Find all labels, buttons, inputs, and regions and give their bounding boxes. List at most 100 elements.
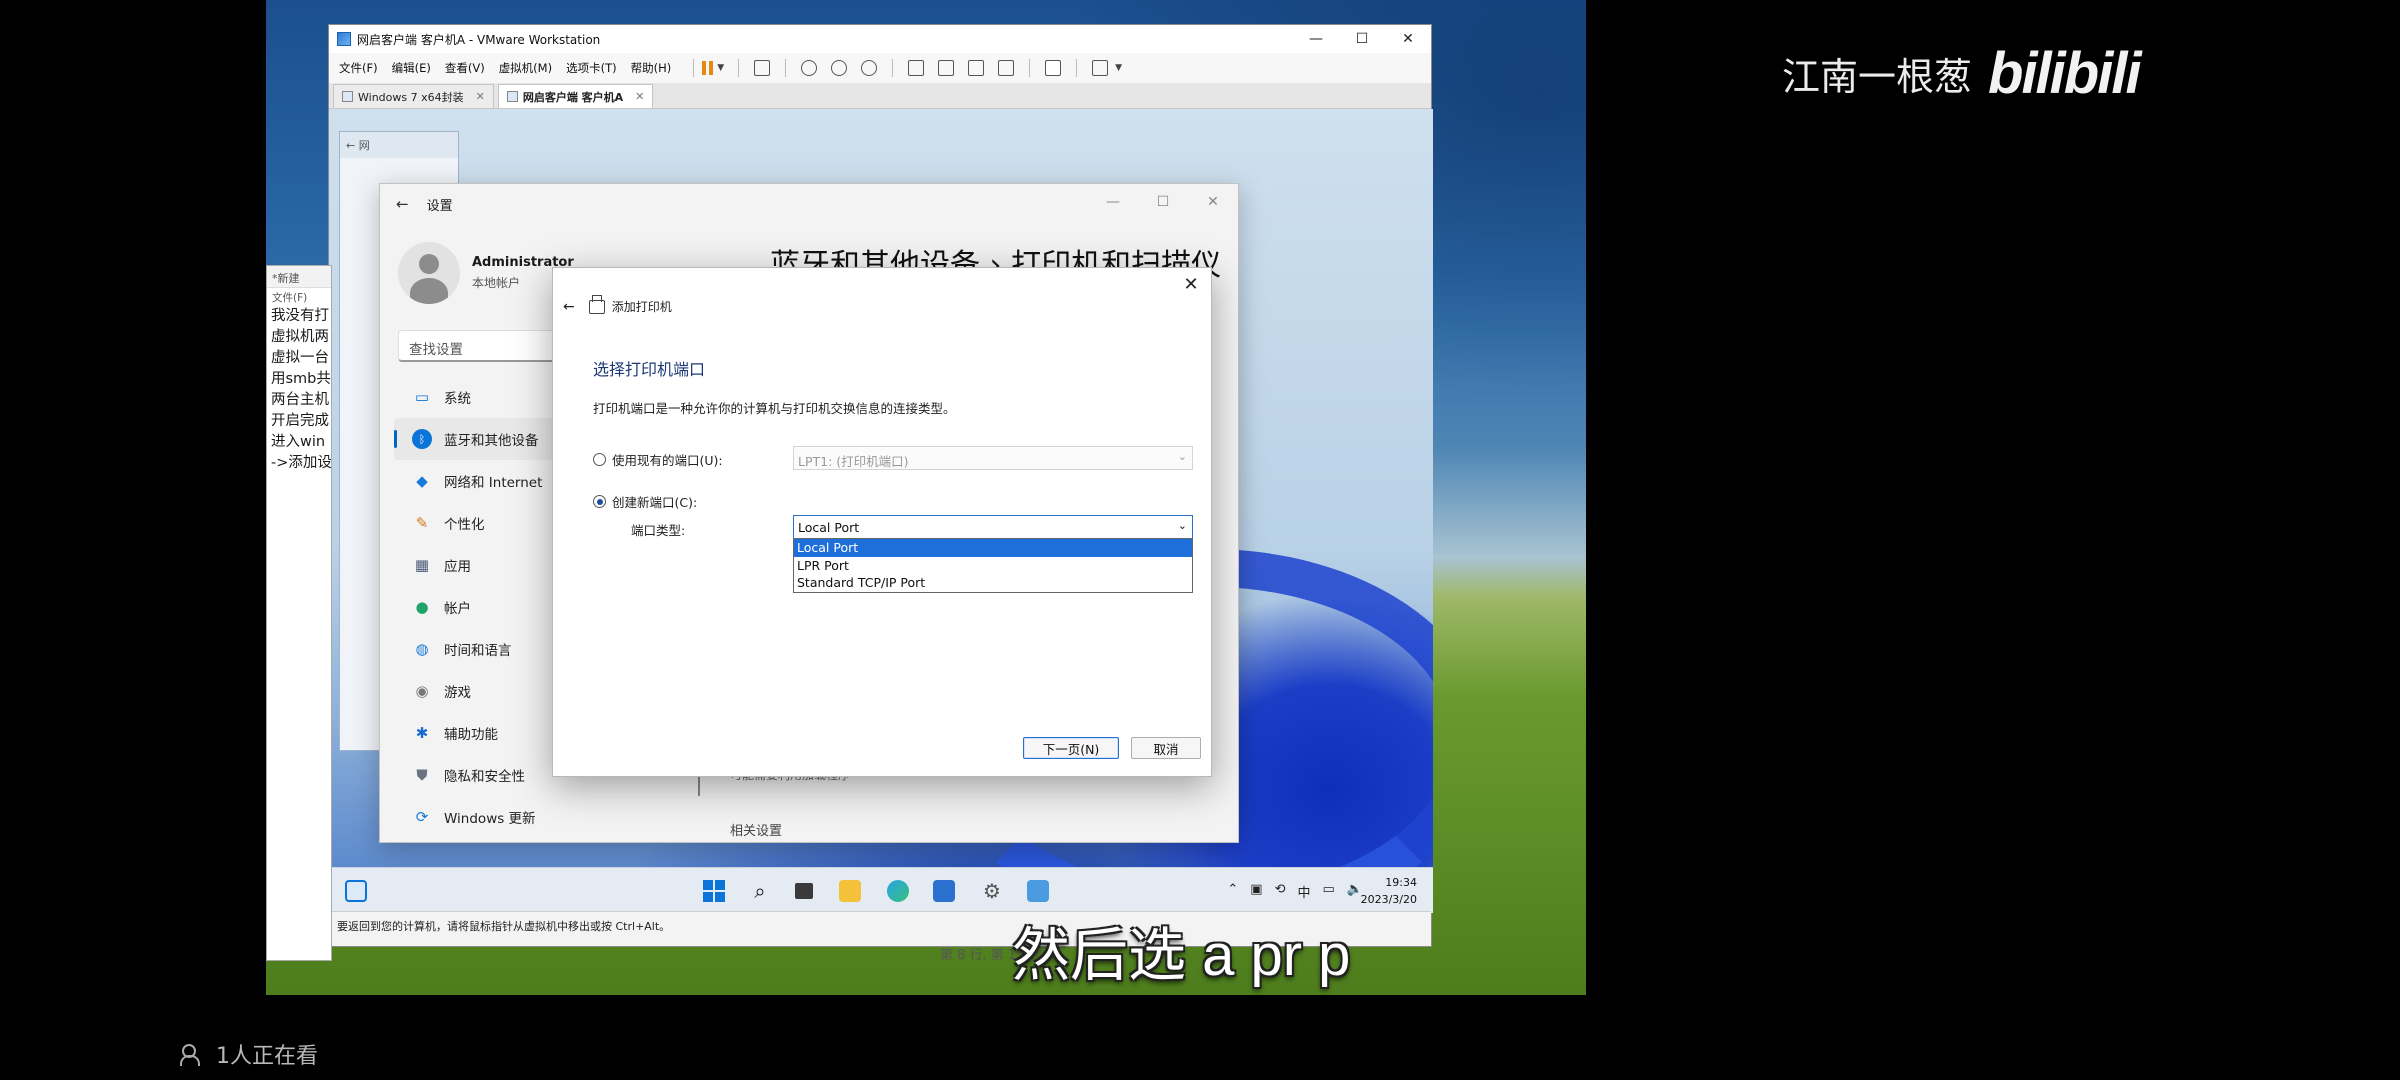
chevron-down-icon[interactable]: ▼ [717, 63, 724, 73]
tab-client-a[interactable]: 网启客户端 客户机A ✕ [497, 84, 654, 108]
snapshot-manager-icon[interactable] [861, 60, 878, 76]
radio-label: 创建新端口(C): [612, 495, 698, 510]
pause-icon[interactable] [702, 61, 714, 75]
minimize-icon[interactable]: — [1088, 184, 1138, 220]
radio-button[interactable] [593, 453, 606, 466]
library-view-icon[interactable] [908, 60, 925, 76]
unity-icon[interactable] [998, 60, 1015, 76]
radio-button[interactable] [593, 495, 606, 508]
notepad-line: 我没有打 [271, 308, 329, 324]
back-arrow-icon[interactable]: ← [396, 195, 409, 213]
widgets-icon[interactable] [343, 878, 369, 904]
vmware-tabbar: Windows 7 x64封装 ✕ 网启客户端 客户机A ✕ [329, 83, 1431, 109]
dialog-description: 打印机端口是一种允许你的计算机与打印机交换信息的连接类型。 [593, 401, 956, 416]
minimize-icon[interactable]: — [1293, 25, 1339, 53]
display-icon[interactable]: ▭ [1323, 882, 1335, 901]
chevron-up-icon[interactable]: ⌃ [1227, 882, 1238, 901]
tab-label: 网启客户端 客户机A [522, 90, 624, 104]
dropdown-option-lpr-port[interactable]: LPR Port [794, 557, 1192, 575]
dropdown-option-local-port[interactable]: Local Port [794, 539, 1192, 557]
guest-desktop[interactable]: ← 网 ← 设置 — ☐ ✕ Administrator 本地帐户 查找设置 ▭… [329, 109, 1433, 913]
sync-icon[interactable]: ⟲ [1275, 882, 1286, 901]
menu-view[interactable]: 查看(V) [445, 60, 485, 76]
fullscreen-icon[interactable] [968, 60, 985, 76]
notepad-line: 用smb共 [271, 371, 331, 387]
cancel-button[interactable]: 取消 [1131, 737, 1201, 759]
toolbar-separator [785, 59, 787, 77]
toolbar-separator [892, 59, 894, 77]
menu-edit[interactable]: 编辑(E) [392, 60, 431, 76]
port-type-select[interactable]: Local Port ⌄ [793, 515, 1193, 539]
sidebar-item-windows-update[interactable]: ⟳ Windows 更新 [394, 796, 624, 838]
dropdown-option-tcpip-port[interactable]: Standard TCP/IP Port [794, 574, 1192, 592]
settings-window-controls: — ☐ ✕ [1088, 184, 1238, 220]
menu-tabs[interactable]: 选项卡(T) [566, 60, 617, 76]
next-button[interactable]: 下一页(N) [1023, 737, 1119, 759]
clock-date: 2023/3/20 [1360, 893, 1417, 906]
create-new-port-radio[interactable]: 创建新端口(C): [593, 492, 697, 511]
close-icon[interactable]: ✕ [1188, 184, 1238, 220]
chevron-down-icon: ⌄ [1177, 519, 1187, 532]
vm-icon [342, 91, 353, 102]
menu-vm[interactable]: 虚拟机(M) [499, 60, 552, 76]
uploader-name: 江南一根葱 [1782, 55, 1973, 99]
notepad-title: *新建 [267, 266, 331, 288]
thumbnail-view-icon[interactable] [938, 60, 955, 76]
maximize-icon[interactable]: ☐ [1339, 25, 1385, 53]
menu-file[interactable]: 文件(F) [339, 60, 378, 76]
background-window-header: ← 网 [340, 132, 458, 158]
revert-snapshot-icon[interactable] [831, 60, 848, 76]
console-icon[interactable] [1045, 60, 1062, 76]
stretch-icon[interactable] [1092, 60, 1109, 76]
vm-icon [506, 91, 518, 102]
snapshot-icon[interactable] [801, 60, 818, 76]
file-explorer-icon[interactable] [837, 878, 863, 904]
edge-icon[interactable] [885, 878, 911, 904]
ime-indicator[interactable]: 中 [1298, 882, 1311, 901]
watermark: 江南一根葱 bilibili [1782, 40, 2142, 107]
notepad-line: ->添加设 [271, 455, 332, 471]
close-icon[interactable]: ✕ [1179, 274, 1203, 298]
close-icon[interactable]: ✕ [1385, 25, 1431, 53]
remote-desktop-icon[interactable] [1025, 878, 1051, 904]
notepad-line: 虚拟一台 [271, 350, 329, 366]
clock-time: 19:34 [1385, 876, 1417, 889]
notepad-menu[interactable]: 文件(F) [267, 288, 331, 306]
add-printer-dialog: ✕ ← 添加打印机 选择打印机端口 打印机端口是一种允许你的计算机与打印机交换信… [552, 267, 1212, 777]
task-view-icon[interactable] [791, 878, 817, 904]
tab-label: Windows 7 x64封装 [358, 90, 464, 104]
window-controls: — ☐ ✕ [1293, 25, 1431, 53]
search-icon[interactable]: ⌕ [747, 878, 773, 904]
menu-help[interactable]: 帮助(H) [631, 60, 672, 76]
port-type-label: 端口类型: [631, 523, 686, 538]
notepad-window[interactable]: *新建 文件(F) 我没有打 虚拟机两 虚拟一台 用smb共 两台主机 开启完成… [266, 265, 332, 961]
close-tab-icon[interactable]: ✕ [476, 90, 485, 103]
user-profile[interactable]: Administrator 本地帐户 [398, 242, 574, 304]
notepad-line: 进入win [271, 434, 326, 450]
use-existing-port-radio[interactable]: 使用现有的端口(U): [593, 450, 723, 469]
chevron-down-icon[interactable]: ▼ [1115, 63, 1122, 73]
settings-gear-icon[interactable]: ⚙ [979, 878, 1005, 904]
status-text: 要返回到您的计算机，请将鼠标指针从虚拟机中移出或按 Ctrl+Alt。 [337, 920, 671, 933]
bilibili-logo: bilibili [1988, 41, 2142, 106]
globe-icon: ◍ [415, 640, 429, 658]
apps-icon: ▦ [414, 556, 430, 574]
select-value: Local Port [798, 520, 860, 535]
store-icon[interactable] [931, 878, 957, 904]
tab-windows7[interactable]: Windows 7 x64封装 ✕ [333, 84, 494, 108]
taskbar-clock[interactable]: 19:34 2023/3/20 [1361, 874, 1417, 908]
send-keys-icon[interactable] [754, 60, 771, 76]
close-tab-icon[interactable]: ✕ [635, 90, 644, 103]
vmware-app-icon [337, 32, 351, 46]
dialog-header: ← 添加打印机 [563, 294, 672, 315]
notepad-line: 开启完成 [271, 413, 329, 429]
account-icon: ● [415, 598, 429, 616]
back-arrow-icon[interactable]: ← [563, 299, 575, 315]
toolbar-separator [738, 59, 740, 77]
start-icon[interactable] [701, 878, 727, 904]
dialog-title: 添加打印机 [611, 300, 672, 314]
network-icon[interactable]: ▣ [1250, 882, 1262, 901]
existing-port-select: LPT1: (打印机端口) ⌄ [793, 446, 1193, 470]
maximize-icon[interactable]: ☐ [1138, 184, 1188, 220]
video-subtitle: 然后选 a pr p [1012, 923, 1351, 988]
